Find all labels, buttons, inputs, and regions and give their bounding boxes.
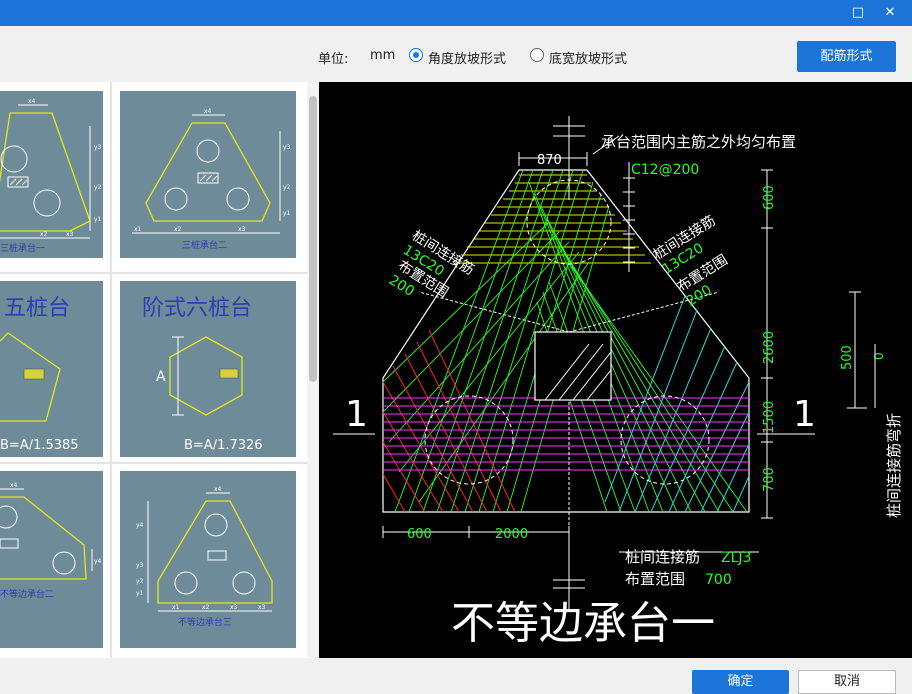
dim-x3b: x3 xyxy=(258,604,266,611)
card-title: 阶式六桩台 xyxy=(142,296,252,321)
dim-y3: y3 xyxy=(94,144,102,151)
title-bar: □ ✕ xyxy=(0,0,912,26)
three-pile-1-diagram: x4 y3 y2 y1 x2 x3 三桩承台一 xyxy=(0,98,102,254)
top-note: 承台范围内主筋之外均匀布置 xyxy=(601,133,796,151)
dim-x4: x4 xyxy=(204,108,212,115)
dim-y4: y4 xyxy=(136,522,144,529)
dim-2000: 2000 xyxy=(495,527,528,542)
radio-angle-slope-label[interactable]: 角度放坡形式 xyxy=(428,48,506,67)
dim-y1: y1 xyxy=(283,210,291,217)
card-label: 不等边承台三 xyxy=(178,616,232,628)
dim-y2: y2 xyxy=(136,578,144,585)
bend-label: 桩间连接筋弯折 xyxy=(885,413,903,518)
bottom-label-1: 桩间连接筋 xyxy=(625,548,700,566)
cap-drawing: 870 承台范围内主筋之外均匀布置 C12@200 桩间连接筋 13C20 布置… xyxy=(333,116,903,649)
dim-x2: x2 xyxy=(40,231,48,238)
dim-x4: x4 xyxy=(28,98,36,105)
bottom-rebar-spec: ZLJ3 xyxy=(721,550,751,566)
dim-x1: x1 xyxy=(172,604,180,611)
dim-y1: y1 xyxy=(94,216,102,223)
dim-x3: x3 xyxy=(66,231,74,238)
card-formula: B=A/1.5385 xyxy=(0,438,79,453)
unequal-3-diagram: x4 y4 y3 y2 y1 x1 x2 x3 x3 不等边承台三 xyxy=(136,486,273,628)
dim-y2: y2 xyxy=(283,184,291,191)
top-yellow-rebars xyxy=(455,174,651,264)
dim-500: 500 xyxy=(840,345,855,370)
dim-x2: x2 xyxy=(174,226,182,233)
six-pile-diagram: 阶式六桩台 A B=A/1.7326 xyxy=(142,296,263,453)
rebar-form-button[interactable]: 配筋形式 xyxy=(797,41,896,72)
card-label: 三桩承台二 xyxy=(182,239,227,251)
template-card-five-pile[interactable]: 五桩台 B=A/1.5385 xyxy=(0,281,103,457)
radio-width-slope[interactable] xyxy=(530,48,544,62)
dim-y3: y3 xyxy=(136,562,144,569)
template-gallery: x4 y3 y2 y1 x2 x3 三桩承台一 x4 y3 y2 y1 x1 x… xyxy=(0,82,318,658)
three-pile-2-diagram: x4 y3 y2 y1 x1 x2 x3 三桩承台二 xyxy=(132,108,291,251)
section-mark-left: 1 xyxy=(345,394,368,435)
dim-2600: 2600 xyxy=(762,331,777,364)
magenta-rebars xyxy=(383,397,749,471)
preview-canvas: 870 承台范围内主筋之外均匀布置 C12@200 桩间连接筋 13C20 布置… xyxy=(319,82,912,658)
dim-y3: y3 xyxy=(283,144,291,151)
dim-a: A xyxy=(156,369,166,385)
ok-button[interactable]: 确定 xyxy=(692,670,789,694)
card-label: 不等边承台二 xyxy=(0,588,54,600)
radio-angle-slope[interactable] xyxy=(409,48,423,62)
dim-600-right: 600 xyxy=(762,185,777,210)
dim-x1: x1 xyxy=(134,226,142,233)
template-card-six-pile[interactable]: 阶式六桩台 A B=A/1.7326 xyxy=(120,281,296,457)
bottom-label-2: 布置范围 xyxy=(625,570,685,588)
maximize-icon[interactable]: □ xyxy=(848,3,868,23)
dim-x4: x4 xyxy=(10,482,18,489)
dim-x3: x3 xyxy=(238,226,246,233)
template-card-three-pile-1[interactable]: x4 y3 y2 y1 x2 x3 三桩承台一 xyxy=(0,91,103,258)
drawing-title: 不等边承台一 xyxy=(451,598,715,649)
red-rebars xyxy=(382,329,516,513)
five-pile-diagram: 五桩台 B=A/1.5385 xyxy=(0,296,79,453)
dim-x4: x4 xyxy=(214,486,222,493)
dim-0: 0 xyxy=(872,352,886,360)
dim-x3: x3 xyxy=(230,604,238,611)
template-card-three-pile-2[interactable]: x4 y3 y2 y1 x1 x2 x3 三桩承台二 xyxy=(120,91,296,258)
template-card-unequal-3[interactable]: x4 y4 y3 y2 y1 x1 x2 x3 x3 不等边承台三 xyxy=(120,471,296,648)
dim-600-bottom: 600 xyxy=(407,527,432,542)
top-rebar-spec: C12@200 xyxy=(631,162,699,178)
card-label: 三桩承台一 xyxy=(0,242,45,254)
cancel-button[interactable]: 取消 xyxy=(798,670,896,694)
dim-1500: 1500 xyxy=(762,401,777,434)
dim-y2: y2 xyxy=(94,184,102,191)
card-formula: B=A/1.7326 xyxy=(184,438,263,453)
dim-x2: x2 xyxy=(202,604,210,611)
dim-700-right: 700 xyxy=(762,467,777,492)
card-title: 五桩台 xyxy=(4,296,70,321)
dialog-footer: 确定 取消 xyxy=(0,658,912,694)
toolbar: 单位: mm 角度放坡形式 底宽放坡形式 配筋形式 xyxy=(0,26,912,82)
section-mark-right: 1 xyxy=(793,394,816,435)
dim-870: 870 xyxy=(537,153,562,168)
unit-label: 单位: xyxy=(318,52,349,67)
radio-width-slope-label[interactable]: 底宽放坡形式 xyxy=(549,48,627,67)
unit-value: mm xyxy=(370,48,396,63)
close-icon[interactable]: ✕ xyxy=(880,3,900,23)
bottom-700: 700 xyxy=(705,572,732,588)
template-card-unequal-2[interactable]: x4 y4 不等边承台二 xyxy=(0,471,103,648)
dim-y1: y1 xyxy=(136,590,144,597)
dim-y4: y4 xyxy=(94,558,102,565)
gallery-scrollbar-thumb[interactable] xyxy=(309,96,317,382)
unequal-2-diagram: x4 y4 不等边承台二 xyxy=(0,482,102,600)
cyan-rebars xyxy=(604,295,750,513)
